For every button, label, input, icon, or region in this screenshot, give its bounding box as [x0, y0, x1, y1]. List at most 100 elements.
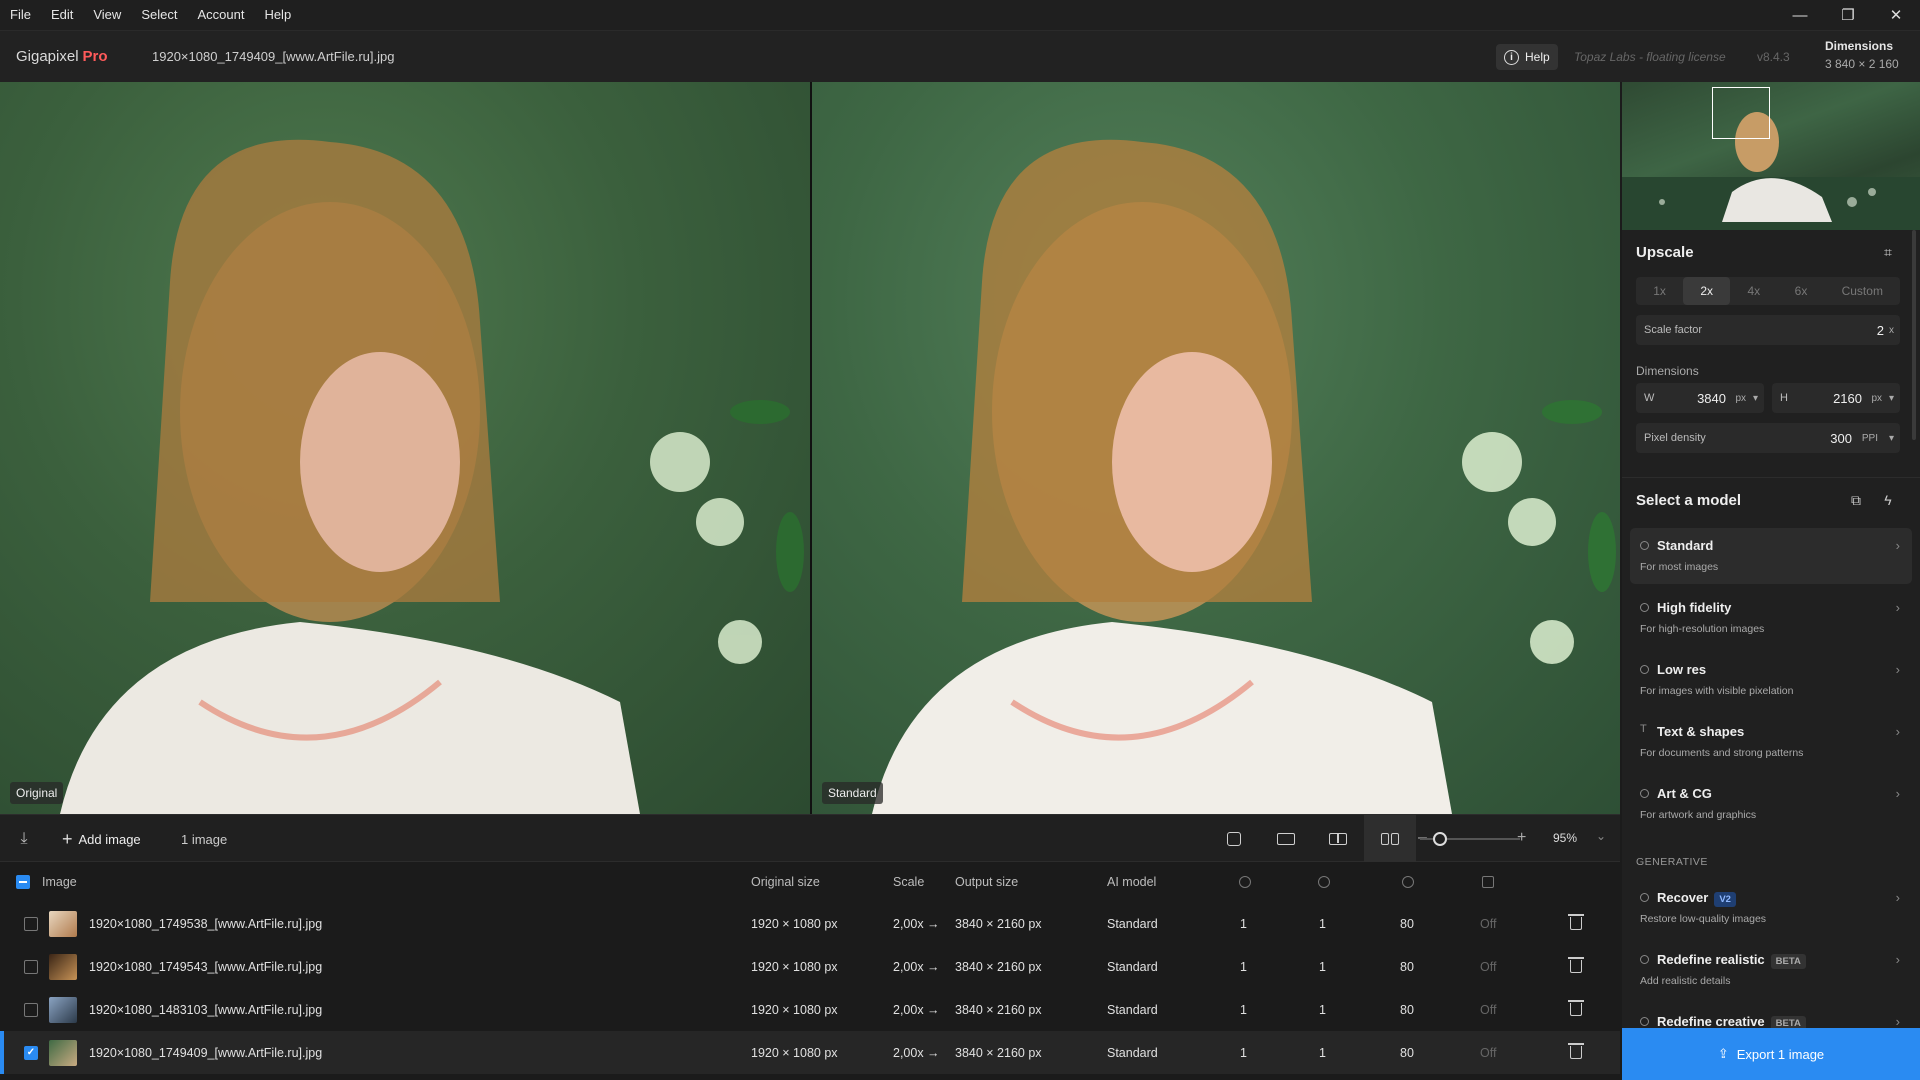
- preview-pane[interactable]: Standard: [812, 82, 1620, 814]
- row-checkbox[interactable]: [24, 945, 38, 988]
- row-output-size: 3840 × 2160 px: [955, 1045, 1042, 1060]
- scale-factor-field[interactable]: Scale factor 2 x: [1636, 315, 1900, 345]
- delete-row-button[interactable]: [1568, 945, 1584, 988]
- table-row-selected[interactable]: ✓ 1920×1080_1749409_[www.ArtFile.ru].jpg…: [0, 1031, 1620, 1074]
- restore-button[interactable]: ❐: [1824, 0, 1872, 30]
- crop-icon[interactable]: ⌗: [1880, 244, 1896, 260]
- image-viewer[interactable]: Original Standard: [0, 82, 1620, 814]
- droplet-icon: [1239, 876, 1251, 888]
- delete-row-button[interactable]: [1568, 1031, 1584, 1074]
- model-art-cg[interactable]: Art & CG For artwork and graphics ›: [1630, 776, 1912, 832]
- lightning-icon[interactable]: ϟ: [1880, 492, 1896, 508]
- sort-icon[interactable]: ⤓: [12, 815, 36, 863]
- thumbnail-image: [49, 1039, 77, 1066]
- pixel-density-value[interactable]: 300: [1830, 431, 1852, 446]
- model-name: High fidelity: [1657, 600, 1732, 615]
- checkbox-partial[interactable]: [16, 875, 30, 889]
- model-redefine-realistic[interactable]: Redefine realistic BETA Add realistic det…: [1630, 942, 1912, 998]
- model-icon: [1640, 541, 1649, 550]
- header-scale[interactable]: Scale: [893, 862, 924, 902]
- scale-option-custom[interactable]: Custom: [1825, 277, 1900, 305]
- menu-help[interactable]: Help: [254, 0, 301, 30]
- chevron-down-icon[interactable]: ▾: [1753, 393, 1758, 404]
- chevron-down-icon[interactable]: ▾: [1889, 393, 1894, 404]
- row-checkbox[interactable]: [24, 988, 38, 1031]
- face-detect-button[interactable]: [1208, 815, 1260, 863]
- pixel-density-field[interactable]: Pixel density 300 PPI ▾: [1636, 423, 1900, 453]
- scale-option-2x[interactable]: 2x: [1683, 277, 1731, 305]
- model-name-text: Redefine creative: [1657, 1014, 1765, 1028]
- scale-factor-value[interactable]: 2: [1877, 323, 1884, 338]
- height-value[interactable]: 2160: [1833, 391, 1862, 406]
- table-row[interactable]: 1920×1080_1483103_[www.ArtFile.ru].jpg 1…: [0, 988, 1620, 1031]
- zoom-value[interactable]: 95%: [1553, 831, 1577, 845]
- dimensions-value: 3 840 × 2 160: [1825, 57, 1899, 71]
- row-thumbnail: [49, 945, 77, 988]
- scale-option-1x[interactable]: 1x: [1636, 277, 1683, 305]
- chevron-down-icon[interactable]: ⌄: [1596, 829, 1606, 843]
- header-image[interactable]: Image: [42, 862, 77, 902]
- scale-option-4x[interactable]: 4x: [1730, 277, 1777, 305]
- help-button[interactable]: i Help: [1496, 44, 1558, 70]
- menu-view[interactable]: View: [83, 0, 131, 30]
- row-thumbnail: [49, 902, 77, 945]
- width-value[interactable]: 3840: [1697, 391, 1726, 406]
- model-high-fidelity[interactable]: High fidelity For high-resolution images…: [1630, 590, 1912, 646]
- checkbox[interactable]: [24, 959, 38, 974]
- palette-icon: [1640, 1017, 1649, 1026]
- scale-option-6x[interactable]: 6x: [1777, 277, 1824, 305]
- model-desc: For high-resolution images: [1640, 623, 1765, 635]
- table-row[interactable]: 1920×1080_1749543_[www.ArtFile.ru].jpg 1…: [0, 945, 1620, 988]
- image-enhance-icon: [1482, 876, 1494, 888]
- model-text-shapes[interactable]: T Text & shapes For documents and strong…: [1630, 714, 1912, 770]
- height-field[interactable]: H 2160 px ▾: [1772, 383, 1900, 413]
- version-text: v8.4.3: [1757, 49, 1790, 64]
- menu-select[interactable]: Select: [131, 0, 187, 30]
- header-output-size[interactable]: Output size: [955, 862, 1018, 902]
- export-button[interactable]: ⇪ Export 1 image: [1622, 1028, 1920, 1080]
- menu-file[interactable]: File: [0, 0, 41, 30]
- header-original-size[interactable]: Original size: [751, 862, 820, 902]
- model-name: Redefine realistic BETA: [1657, 952, 1806, 969]
- original-pane[interactable]: Original: [0, 82, 810, 814]
- single-view-button[interactable]: [1260, 815, 1312, 863]
- model-standard[interactable]: Standard For most images ›: [1630, 528, 1912, 584]
- select-all-checkbox[interactable]: [16, 862, 30, 902]
- chevron-down-icon[interactable]: ▾: [1889, 433, 1894, 444]
- navigator-preview[interactable]: [1622, 82, 1920, 230]
- add-image-button[interactable]: + Add image: [62, 815, 141, 863]
- app-name-text: Gigapixel: [16, 48, 79, 65]
- row-enhance-value: Off: [1480, 916, 1497, 931]
- zoom-slider-handle[interactable]: [1433, 832, 1447, 846]
- zoom-in-icon[interactable]: +: [1517, 829, 1526, 847]
- table-row[interactable]: 1920×1080_1749538_[www.ArtFile.ru].jpg 1…: [0, 902, 1620, 945]
- license-text: Topaz Labs - floating license: [1574, 49, 1726, 64]
- model-redefine-creative[interactable]: Redefine creative BETA ›: [1630, 1004, 1912, 1028]
- chevron-right-icon: ›: [1895, 600, 1900, 615]
- recover-icon: [1640, 893, 1649, 902]
- row-checkbox[interactable]: [24, 902, 38, 945]
- menu-edit[interactable]: Edit: [41, 0, 83, 30]
- checkbox[interactable]: [24, 1002, 38, 1017]
- menu-account[interactable]: Account: [187, 0, 254, 30]
- width-field[interactable]: W 3840 px ▾: [1636, 383, 1764, 413]
- delete-row-button[interactable]: [1568, 902, 1584, 945]
- minimize-button[interactable]: —: [1776, 0, 1824, 30]
- row-ai-model: Standard: [1107, 916, 1158, 931]
- checkbox-checked[interactable]: ✓: [24, 1045, 38, 1060]
- navigator-viewport-rect[interactable]: [1712, 87, 1770, 139]
- model-recover[interactable]: Recover V2 Restore low-quality images ›: [1630, 880, 1912, 936]
- compare-models-icon[interactable]: ⧉: [1848, 492, 1864, 508]
- panel-scrollbar[interactable]: [1912, 230, 1916, 440]
- preview-image: [872, 139, 1616, 814]
- side-by-side-view-button[interactable]: [1364, 815, 1416, 863]
- row-checkbox[interactable]: ✓: [24, 1031, 38, 1074]
- split-view-button[interactable]: [1312, 815, 1364, 863]
- row-enhance-value: Off: [1480, 959, 1497, 974]
- header-ai-model[interactable]: AI model: [1107, 862, 1156, 902]
- checkbox[interactable]: [24, 916, 38, 931]
- model-icon: [1640, 665, 1649, 674]
- close-button[interactable]: ✕: [1872, 0, 1920, 30]
- delete-row-button[interactable]: [1568, 988, 1584, 1031]
- model-low-res[interactable]: Low res For images with visible pixelati…: [1630, 652, 1912, 708]
